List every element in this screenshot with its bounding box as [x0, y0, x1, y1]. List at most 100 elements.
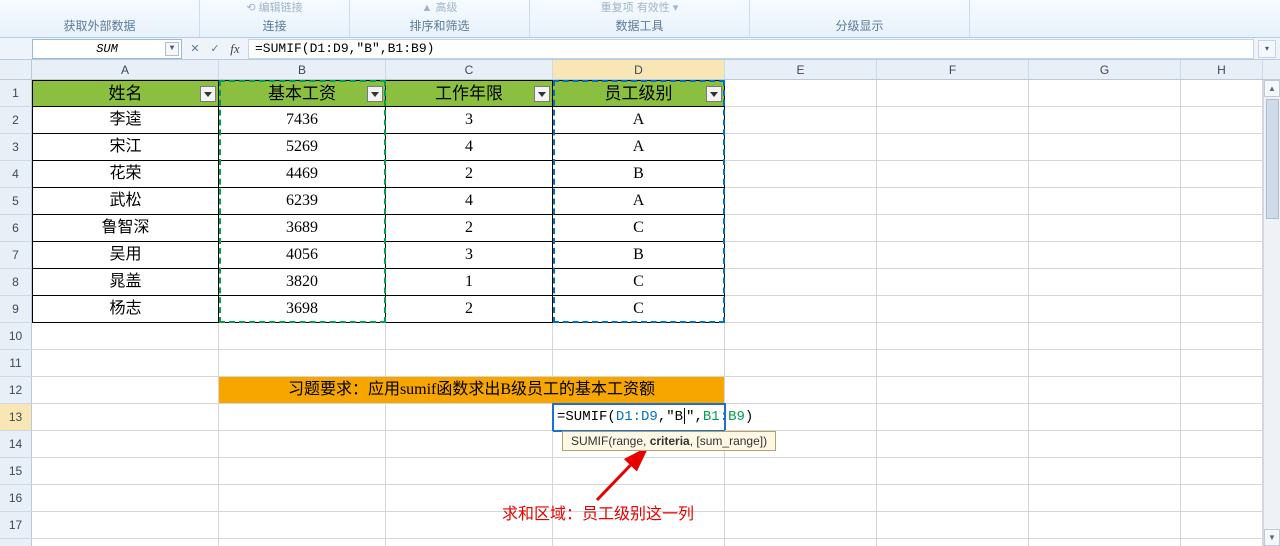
- filter-button[interactable]: [367, 86, 383, 102]
- col-header-C[interactable]: C: [386, 60, 553, 79]
- cell[interactable]: [1181, 377, 1263, 404]
- exercise-banner[interactable]: 习题要求：应用sumif函数求出B级员工的基本工资额: [219, 377, 725, 404]
- ribbon-group-outline[interactable]: 分级显示: [750, 0, 970, 37]
- cell[interactable]: [1181, 134, 1263, 161]
- cell[interactable]: [1029, 107, 1181, 134]
- cell[interactable]: C: [553, 296, 725, 323]
- cell[interactable]: [877, 323, 1029, 350]
- cell[interactable]: [386, 431, 553, 458]
- cell[interactable]: 7436: [219, 107, 386, 134]
- cell[interactable]: 3: [386, 107, 553, 134]
- cell[interactable]: [725, 107, 877, 134]
- cell[interactable]: [877, 296, 1029, 323]
- row-header[interactable]: 18: [0, 539, 32, 546]
- cell[interactable]: [877, 188, 1029, 215]
- col-header-D[interactable]: D: [553, 60, 725, 79]
- cell[interactable]: [1029, 485, 1181, 512]
- row-header[interactable]: 11: [0, 350, 32, 377]
- col-header-F[interactable]: F: [877, 60, 1029, 79]
- cell[interactable]: [877, 512, 1029, 539]
- col-header-B[interactable]: B: [219, 60, 386, 79]
- cell[interactable]: [219, 539, 386, 546]
- cell[interactable]: [877, 242, 1029, 269]
- cell[interactable]: [32, 485, 219, 512]
- cell[interactable]: [1029, 377, 1181, 404]
- cell[interactable]: [725, 296, 877, 323]
- cell[interactable]: [1181, 269, 1263, 296]
- row-header[interactable]: 16: [0, 485, 32, 512]
- cell[interactable]: [725, 458, 877, 485]
- row-header[interactable]: 17: [0, 512, 32, 539]
- cell[interactable]: [219, 458, 386, 485]
- cell[interactable]: 花荣: [32, 161, 219, 188]
- cell[interactable]: [877, 485, 1029, 512]
- cell[interactable]: 4: [386, 134, 553, 161]
- cell[interactable]: [1029, 512, 1181, 539]
- row-header[interactable]: 14: [0, 431, 32, 458]
- cell[interactable]: [725, 377, 877, 404]
- row-header[interactable]: 3: [0, 134, 32, 161]
- cell[interactable]: 2: [386, 215, 553, 242]
- cell[interactable]: 2: [386, 296, 553, 323]
- cell[interactable]: A: [553, 188, 725, 215]
- cell[interactable]: [386, 350, 553, 377]
- cell[interactable]: [877, 161, 1029, 188]
- cell[interactable]: [1181, 539, 1263, 546]
- scroll-thumb[interactable]: [1266, 99, 1279, 219]
- cell[interactable]: [725, 512, 877, 539]
- col-header-E[interactable]: E: [725, 60, 877, 79]
- cell[interactable]: [32, 512, 219, 539]
- cell[interactable]: 5269: [219, 134, 386, 161]
- cell[interactable]: [725, 539, 877, 546]
- cell[interactable]: [1029, 134, 1181, 161]
- cell[interactable]: [877, 215, 1029, 242]
- cell[interactable]: [1181, 242, 1263, 269]
- cell[interactable]: [877, 431, 1029, 458]
- cell[interactable]: [1029, 404, 1181, 431]
- row-header[interactable]: 7: [0, 242, 32, 269]
- formula-input[interactable]: =SUMIF(D1:D9,"B",B1:B9): [248, 39, 1254, 59]
- cell[interactable]: [877, 350, 1029, 377]
- cell[interactable]: [1029, 539, 1181, 546]
- cell[interactable]: 鲁智深: [32, 215, 219, 242]
- cell[interactable]: [725, 215, 877, 242]
- cell[interactable]: [553, 323, 725, 350]
- cell[interactable]: 1: [386, 269, 553, 296]
- cell[interactable]: [1029, 296, 1181, 323]
- cell[interactable]: [877, 269, 1029, 296]
- cell[interactable]: [219, 431, 386, 458]
- cell[interactable]: [725, 485, 877, 512]
- cell[interactable]: 4: [386, 188, 553, 215]
- cell[interactable]: 3: [386, 242, 553, 269]
- enter-button[interactable]: ✓: [206, 40, 224, 58]
- filter-button[interactable]: [534, 86, 550, 102]
- col-header-G[interactable]: G: [1029, 60, 1181, 79]
- cell[interactable]: [725, 242, 877, 269]
- row-header[interactable]: 8: [0, 269, 32, 296]
- cell[interactable]: [1029, 431, 1181, 458]
- row-header[interactable]: 12: [0, 377, 32, 404]
- cell[interactable]: [386, 539, 553, 546]
- cell[interactable]: [1029, 458, 1181, 485]
- cell[interactable]: [1029, 323, 1181, 350]
- cell[interactable]: [725, 404, 877, 431]
- cell[interactable]: [219, 350, 386, 377]
- cell[interactable]: [877, 404, 1029, 431]
- filter-button[interactable]: [200, 86, 216, 102]
- cell[interactable]: [1181, 431, 1263, 458]
- cell[interactable]: A: [553, 134, 725, 161]
- cell[interactable]: [877, 377, 1029, 404]
- cell[interactable]: 宋江: [32, 134, 219, 161]
- cell[interactable]: 武松: [32, 188, 219, 215]
- row-header[interactable]: 1: [0, 80, 32, 107]
- cell[interactable]: [877, 80, 1029, 107]
- cell[interactable]: [877, 107, 1029, 134]
- cell[interactable]: [1029, 215, 1181, 242]
- cell[interactable]: [553, 539, 725, 546]
- ribbon-group-external-data[interactable]: 获取外部数据: [0, 0, 200, 37]
- cell[interactable]: [386, 323, 553, 350]
- row-header[interactable]: 5: [0, 188, 32, 215]
- cell[interactable]: [1029, 80, 1181, 107]
- cell[interactable]: [32, 323, 219, 350]
- cell[interactable]: [32, 404, 219, 431]
